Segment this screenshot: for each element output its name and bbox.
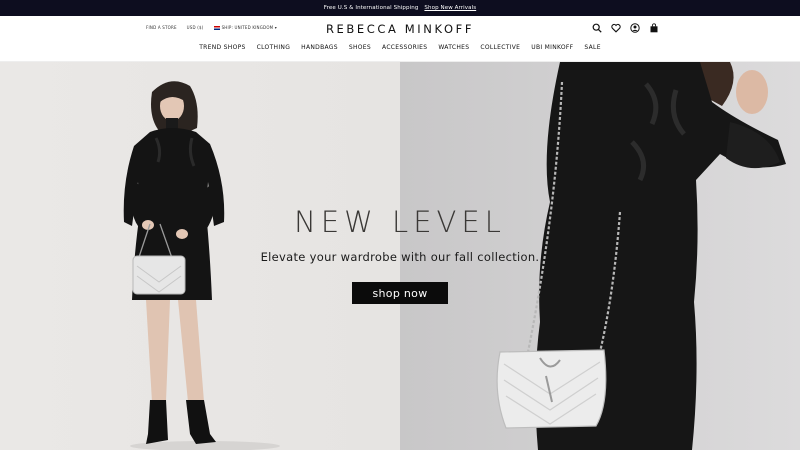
hero-image-right bbox=[400, 62, 800, 450]
hero-banner[interactable]: NEW LEVEL Elevate your wardrobe with our… bbox=[0, 62, 800, 450]
shop-now-button[interactable]: shop now bbox=[352, 282, 448, 304]
nav-clothing[interactable]: CLOTHING bbox=[257, 44, 291, 51]
bag-icon[interactable] bbox=[649, 23, 659, 33]
nav-trend-shops[interactable]: TREND SHOPS bbox=[199, 44, 245, 51]
nav-watches[interactable]: WATCHES bbox=[438, 44, 469, 51]
header-icons bbox=[592, 23, 659, 33]
site-header: Find a Store USD ($) Ship: United Kingdo… bbox=[0, 16, 800, 62]
nav-shoes[interactable]: SHOES bbox=[349, 44, 371, 51]
main-nav: TREND SHOPS CLOTHING HANDBAGS SHOES ACCE… bbox=[0, 44, 800, 51]
hero-image-left bbox=[0, 62, 400, 450]
nav-accessories[interactable]: ACCESSORIES bbox=[382, 44, 427, 51]
nav-ubi-minkoff[interactable]: UBI MINKOFF bbox=[531, 44, 573, 51]
nav-collective[interactable]: COLLECTIVE bbox=[480, 44, 520, 51]
site-logo[interactable]: REBECCA MINKOFF bbox=[0, 22, 800, 36]
shop-new-arrivals-link[interactable]: Shop New Arrivals bbox=[424, 5, 476, 11]
model-illustration-left bbox=[123, 81, 280, 450]
promo-text: Free U.S & International Shipping bbox=[323, 5, 419, 11]
heart-icon[interactable] bbox=[611, 23, 621, 33]
nav-sale[interactable]: SALE bbox=[584, 44, 600, 51]
search-icon[interactable] bbox=[592, 23, 602, 33]
promo-bar: Free U.S & International Shipping Shop N… bbox=[0, 0, 800, 16]
nav-handbags[interactable]: HANDBAGS bbox=[301, 44, 338, 51]
model-illustration-right bbox=[496, 62, 786, 450]
account-icon[interactable] bbox=[630, 23, 640, 33]
